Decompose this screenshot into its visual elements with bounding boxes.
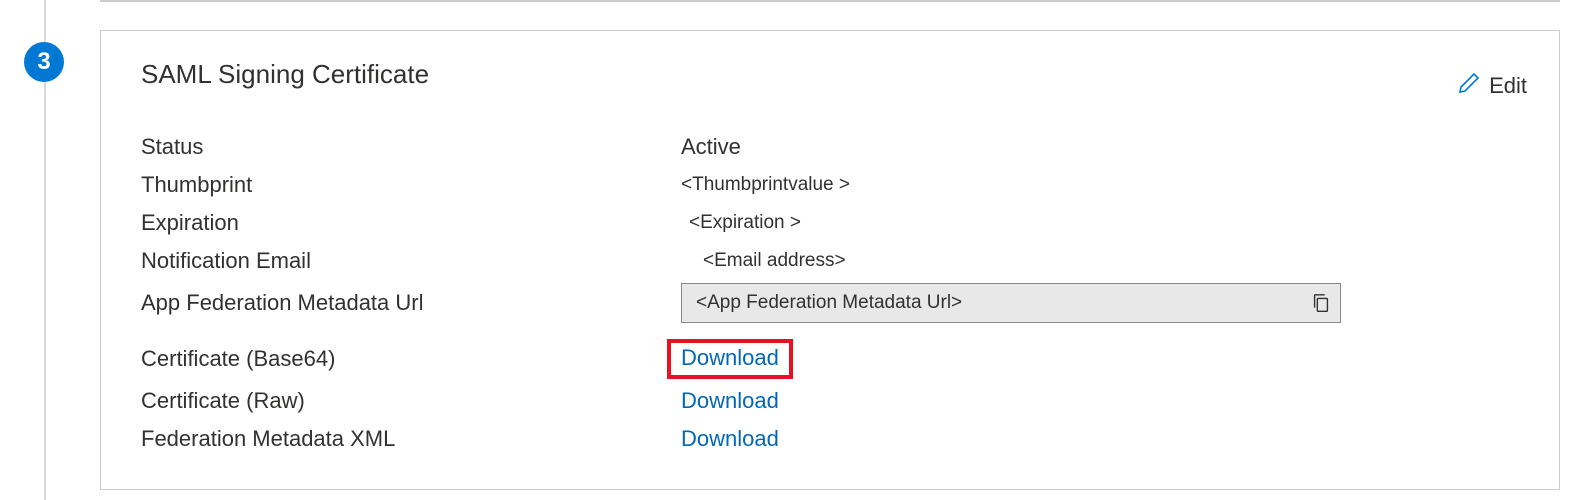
- cert-raw-download-link[interactable]: Download: [681, 388, 779, 414]
- status-label: Status: [141, 134, 681, 160]
- cert-base64-row: Certificate (Base64) Download: [141, 339, 1527, 379]
- card-title: SAML Signing Certificate: [141, 59, 429, 90]
- step-number: 3: [37, 48, 50, 76]
- thumbprint-label: Thumbprint: [141, 172, 681, 198]
- status-row: Status Active: [141, 131, 1527, 163]
- cert-base64-label: Certificate (Base64): [141, 346, 681, 372]
- federation-xml-download-link[interactable]: Download: [681, 426, 779, 452]
- previous-card-border: [100, 0, 1560, 2]
- card-header: SAML Signing Certificate Edit: [141, 59, 1527, 101]
- federation-xml-row: Federation Metadata XML Download: [141, 423, 1527, 455]
- metadata-url-value: <App Federation Metadata Url>: [696, 292, 1310, 314]
- expiration-row: Expiration <Expiration >: [141, 207, 1527, 239]
- expiration-value: <Expiration >: [681, 212, 801, 234]
- metadata-url-row: App Federation Metadata Url <App Federat…: [141, 283, 1527, 323]
- saml-signing-certificate-card: SAML Signing Certificate Edit Status Act…: [100, 30, 1560, 490]
- edit-label: Edit: [1489, 73, 1527, 99]
- thumbprint-value: <Thumbprintvalue >: [681, 174, 850, 196]
- cert-base64-download-link[interactable]: Download: [667, 339, 793, 379]
- cert-raw-label: Certificate (Raw): [141, 388, 681, 414]
- step-badge: 3: [24, 42, 64, 82]
- copy-icon[interactable]: [1310, 292, 1332, 314]
- federation-xml-label: Federation Metadata XML: [141, 426, 681, 452]
- notification-email-value: <Email address>: [681, 250, 846, 272]
- pencil-icon: [1457, 71, 1481, 101]
- metadata-url-input[interactable]: <App Federation Metadata Url>: [681, 283, 1341, 323]
- status-value: Active: [681, 134, 741, 160]
- notification-email-label: Notification Email: [141, 248, 681, 274]
- cert-raw-row: Certificate (Raw) Download: [141, 385, 1527, 417]
- expiration-label: Expiration: [141, 210, 681, 236]
- edit-button[interactable]: Edit: [1457, 59, 1527, 101]
- thumbprint-row: Thumbprint <Thumbprintvalue >: [141, 169, 1527, 201]
- metadata-url-label: App Federation Metadata Url: [141, 290, 681, 316]
- notification-email-row: Notification Email <Email address>: [141, 245, 1527, 277]
